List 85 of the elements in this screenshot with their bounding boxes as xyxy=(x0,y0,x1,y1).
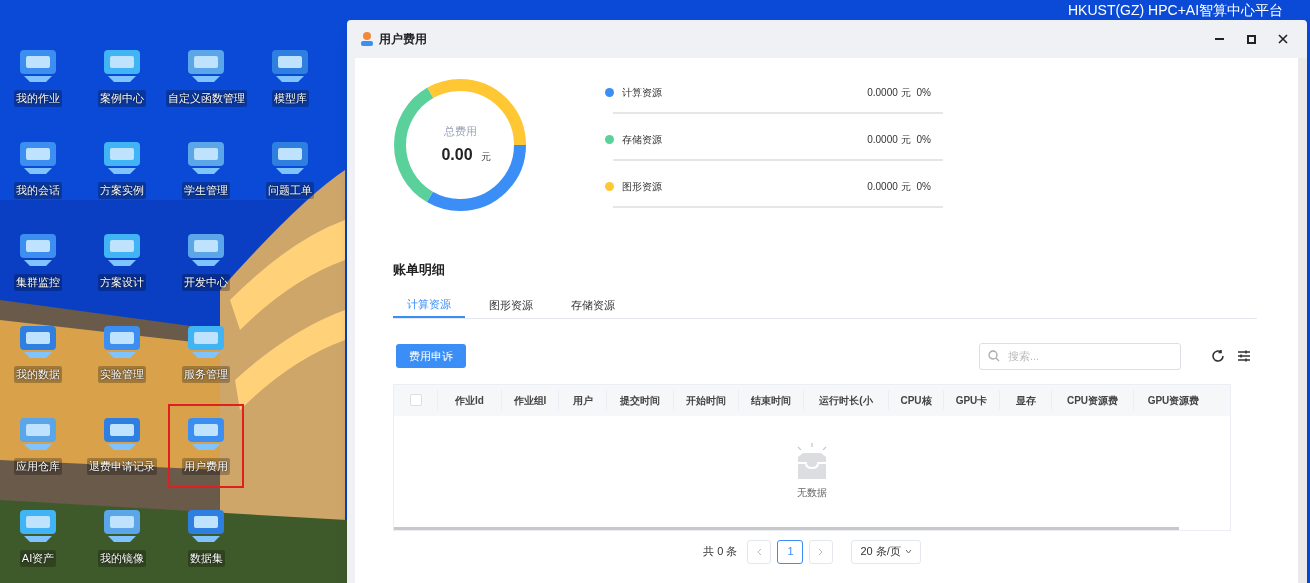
desktop-icon[interactable]: 我的会话 xyxy=(2,130,74,210)
window-title: 用户费用 xyxy=(379,31,427,48)
column-header: 显存 xyxy=(1015,393,1036,408)
column-header: 作业Id xyxy=(455,393,484,408)
search-input[interactable]: 搜索... xyxy=(1008,347,1168,365)
legend-label: 存储资源 xyxy=(622,133,662,147)
desktop-icon[interactable]: 开发中心 xyxy=(170,222,242,302)
total-unit: 元 xyxy=(480,150,491,165)
icon-label: 退费申请记录 xyxy=(87,458,157,475)
legend-label: 图形资源 xyxy=(622,180,662,194)
section-title: 账单明细 xyxy=(393,261,446,279)
page-size-select[interactable]: 20 条/页 xyxy=(851,539,921,564)
chevron-down-icon xyxy=(904,549,912,554)
icon-label: 我的镜像 xyxy=(98,550,146,567)
icon-label: 应用仓库 xyxy=(14,458,62,475)
desktop-icon[interactable]: 退费申请记录 xyxy=(86,406,158,486)
legend-amount: 0.0000 元 xyxy=(867,180,911,194)
icon-label: 模型库 xyxy=(271,90,309,107)
checkbox[interactable] xyxy=(409,394,422,406)
icon-label: 服务管理 xyxy=(182,366,230,383)
column-header: GPU资源费 xyxy=(1147,393,1200,408)
column-header: 用户 xyxy=(572,393,593,408)
total-value: 0.00 xyxy=(441,145,473,166)
icon-label: 方案实例 xyxy=(98,182,146,199)
empty-text: 无数据 xyxy=(797,485,827,500)
search-field[interactable]: 搜索... xyxy=(979,342,1181,370)
icon-label: 问题工单 xyxy=(266,182,314,199)
legend-percent: 0% xyxy=(916,180,931,194)
icon-label: 方案设计 xyxy=(98,274,146,291)
column-header: 提交时间 xyxy=(620,393,660,408)
desktop-icon[interactable]: 我的作业 xyxy=(2,38,74,118)
column-header: 作业组I xyxy=(513,393,547,408)
desktop-icon[interactable]: 案例中心 xyxy=(86,38,158,118)
icon-label: 数据集 xyxy=(187,550,225,567)
icon-label: 案例中心 xyxy=(98,90,146,107)
total-count: 共 0 条 xyxy=(703,544,738,560)
total-label: 总费用 xyxy=(443,123,477,139)
desktop-icon[interactable]: 模型库 xyxy=(254,38,326,118)
maximize-icon xyxy=(1246,34,1256,44)
close-icon xyxy=(1278,34,1288,44)
scrollbar[interactable] xyxy=(1298,58,1307,583)
column-header: CPU核 xyxy=(900,393,932,408)
legend-label: 计算资源 xyxy=(622,86,662,100)
settings-icon[interactable] xyxy=(1237,349,1251,363)
legend-percent: 0% xyxy=(916,133,931,147)
desktop-icon[interactable]: 我的数据 xyxy=(2,314,74,394)
chevron-right-icon xyxy=(818,547,825,556)
chevron-left-icon xyxy=(756,547,763,556)
column-header: CPU资源费 xyxy=(1066,393,1119,408)
desktop-icon[interactable]: 我的镜像 xyxy=(86,498,158,578)
desktop-icon[interactable]: 实验管理 xyxy=(86,314,158,394)
platform-title: HKUST(GZ) HPC+AI智算中心平台 xyxy=(1068,2,1284,18)
desktop-icon[interactable]: 方案设计 xyxy=(86,222,158,302)
legend-amount: 0.0000 元 xyxy=(867,86,911,100)
desktop-icon[interactable]: 问题工单 xyxy=(254,130,326,210)
desktop-icon[interactable]: 数据集 xyxy=(170,498,242,578)
column-header: 结束时间 xyxy=(751,393,791,408)
icon-label: 学生管理 xyxy=(182,182,230,199)
icon-label: 我的会话 xyxy=(14,182,62,199)
icon-label: 我的数据 xyxy=(14,366,62,383)
icon-label: AI资产 xyxy=(19,550,57,567)
desktop-icon[interactable]: 学生管理 xyxy=(170,130,242,210)
icon-label: 集群监控 xyxy=(14,274,62,291)
tab[interactable]: 图形资源 xyxy=(475,293,547,318)
desktop-icon[interactable]: 方案实例 xyxy=(86,130,158,210)
legend-percent: 0% xyxy=(916,86,931,100)
app-icon xyxy=(359,31,375,47)
legend-amount: 0.0000 元 xyxy=(867,133,911,147)
icon-label: 开发中心 xyxy=(182,274,230,291)
minimize-icon xyxy=(1214,38,1224,40)
tab[interactable]: 计算资源 xyxy=(393,293,465,318)
desktop-icon[interactable]: AI资产 xyxy=(2,498,74,578)
icon-label: 用户费用 xyxy=(182,458,230,475)
tab[interactable]: 存储资源 xyxy=(557,293,629,318)
icon-label: 实验管理 xyxy=(98,366,146,383)
column-header: 运行时长(小 xyxy=(819,393,873,408)
search-icon xyxy=(988,350,1000,362)
icon-label: 自定义函数管理 xyxy=(165,90,247,107)
desktop-icon[interactable]: 集群监控 xyxy=(2,222,74,302)
column-header: GPU卡 xyxy=(955,393,988,408)
desktop-icon[interactable]: 服务管理 xyxy=(170,314,242,394)
desktop-icon[interactable]: 应用仓库 xyxy=(2,406,74,486)
column-header: 开始时间 xyxy=(686,393,726,408)
refresh-icon[interactable] xyxy=(1211,349,1225,363)
icon-label: 我的作业 xyxy=(14,90,62,107)
